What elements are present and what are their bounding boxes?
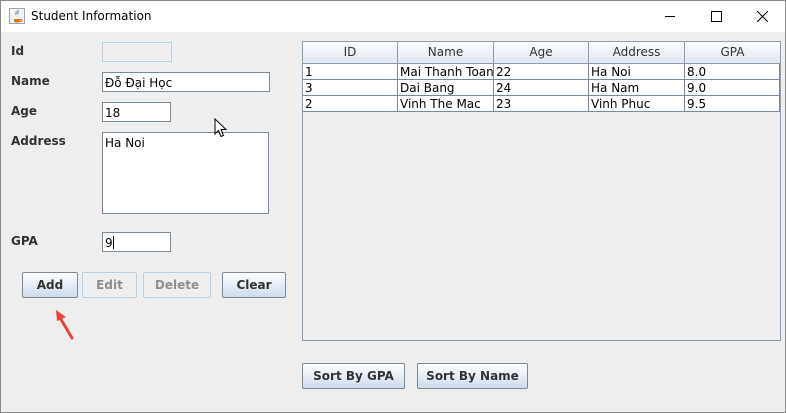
title-bar[interactable]: Student Information <box>1 1 785 32</box>
delete-button[interactable]: Delete <box>143 272 211 298</box>
mouse-pointer-icon <box>214 118 228 138</box>
cell-name: Mai Thanh Toan <box>398 64 494 80</box>
window-title: Student Information <box>31 9 152 23</box>
cell-name: Dai Bang <box>398 80 494 96</box>
add-button[interactable]: Add <box>22 272 78 298</box>
edit-button[interactable]: Edit <box>82 272 137 298</box>
cell-id: 1 <box>303 64 398 80</box>
table-header: ID Name Age Address GPA <box>303 42 780 64</box>
student-information-window: Student Information Id Name Đỗ Đại Học A… <box>0 0 786 413</box>
age-label: Age <box>11 104 38 118</box>
sort-by-gpa-button[interactable]: Sort By GPA <box>302 363 405 389</box>
age-field[interactable]: 18 <box>102 102 171 122</box>
address-textarea[interactable]: Ha Noi <box>102 132 269 214</box>
cell-address: Vinh Phuc <box>589 96 685 112</box>
name-field[interactable]: Đỗ Đại Học <box>102 72 270 92</box>
table-row[interactable]: 3 Dai Bang 24 Ha Nam 9.0 <box>303 80 780 96</box>
sort-by-name-button[interactable]: Sort By Name <box>417 363 528 389</box>
id-label: Id <box>11 44 25 58</box>
table-row[interactable]: 1 Mai Thanh Toan 22 Ha Noi 8.0 <box>303 64 780 80</box>
cell-address: Ha Nam <box>589 80 685 96</box>
gpa-field[interactable]: 9 <box>102 232 171 252</box>
column-header-age[interactable]: Age <box>494 42 589 63</box>
cell-age: 22 <box>494 64 589 80</box>
column-header-address[interactable]: Address <box>589 42 685 63</box>
id-field <box>102 42 172 62</box>
cell-age: 24 <box>494 80 589 96</box>
cell-name: Vinh The Mac <box>398 96 494 112</box>
cell-address: Ha Noi <box>589 64 685 80</box>
cell-id: 3 <box>303 80 398 96</box>
column-header-name[interactable]: Name <box>398 42 494 63</box>
name-label: Name <box>11 74 50 88</box>
students-table[interactable]: ID Name Age Address GPA 1 Mai Thanh Toan… <box>302 41 781 341</box>
column-header-id[interactable]: ID <box>303 42 398 63</box>
clear-button[interactable]: Clear <box>222 272 286 298</box>
gpa-value: 9 <box>105 236 113 250</box>
address-label: Address <box>11 134 66 148</box>
table-row[interactable]: 2 Vinh The Mac 23 Vinh Phuc 9.5 <box>303 96 780 112</box>
close-icon <box>757 11 768 22</box>
annotation-arrow-icon <box>56 310 74 340</box>
cell-gpa: 9.5 <box>685 96 780 112</box>
column-header-gpa[interactable]: GPA <box>685 42 780 63</box>
cell-gpa: 9.0 <box>685 80 780 96</box>
cell-gpa: 8.0 <box>685 64 780 80</box>
cell-id: 2 <box>303 96 398 112</box>
minimize-icon <box>665 16 675 17</box>
close-button[interactable] <box>739 1 785 32</box>
main-panel: Id Name Đỗ Đại Học Age 18 Address Ha Noi… <box>1 32 785 412</box>
gpa-label: GPA <box>11 234 38 248</box>
maximize-button[interactable] <box>693 1 739 32</box>
minimize-button[interactable] <box>647 1 693 32</box>
maximize-icon <box>711 11 722 22</box>
cell-age: 23 <box>494 96 589 112</box>
java-icon <box>9 8 25 24</box>
text-caret <box>112 236 114 249</box>
